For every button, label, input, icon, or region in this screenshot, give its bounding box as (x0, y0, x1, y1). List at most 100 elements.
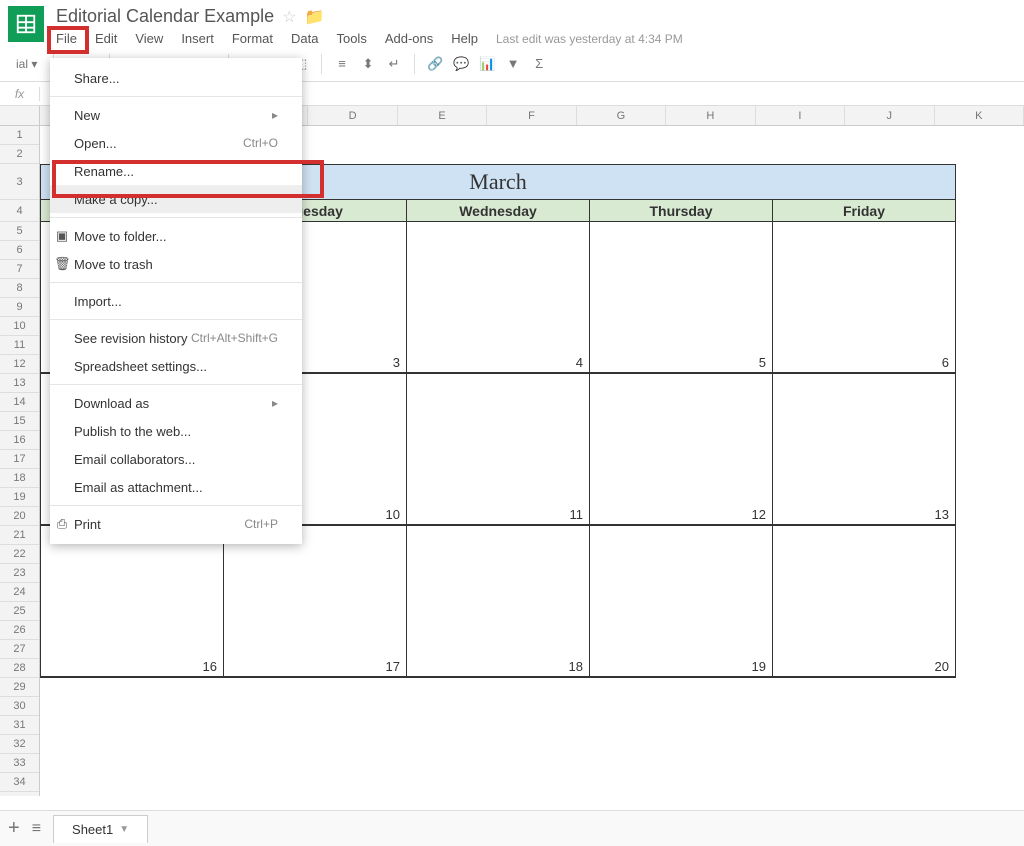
menu-email-collaborators[interactable]: Email collaborators... (50, 445, 302, 473)
menu-tools[interactable]: Tools (336, 31, 366, 46)
calendar-cell[interactable]: 11 (407, 374, 590, 526)
row-header[interactable]: 23 (0, 564, 39, 583)
row-header[interactable]: 33 (0, 754, 39, 773)
calendar-cell[interactable]: 16 (41, 526, 224, 678)
column-header[interactable]: H (666, 106, 755, 125)
text-wrap-icon[interactable]: ↵ (382, 52, 406, 76)
menu-rename[interactable]: Rename... (50, 157, 302, 185)
menu-make-a-copy[interactable]: Make a copy... (50, 185, 302, 213)
row-header[interactable]: 15 (0, 412, 39, 431)
row-header[interactable]: 34 (0, 773, 39, 792)
insert-link-icon[interactable]: 🔗 (423, 52, 447, 76)
menu-move-to-folder[interactable]: ▣Move to folder... (50, 222, 302, 250)
font-family-selector[interactable]: ial ▾ (8, 57, 45, 71)
column-header[interactable]: K (935, 106, 1024, 125)
functions-icon[interactable]: Σ (527, 52, 551, 76)
column-header[interactable]: E (398, 106, 487, 125)
row-header[interactable]: 16 (0, 431, 39, 450)
row-header[interactable]: 1 (0, 126, 39, 145)
menu-format[interactable]: Format (232, 31, 273, 46)
calendar-cell[interactable]: 13 (773, 374, 956, 526)
row-header[interactable]: 25 (0, 602, 39, 621)
row-header[interactable]: 29 (0, 678, 39, 697)
horizontal-align-icon[interactable]: ≡ (330, 52, 354, 76)
column-header[interactable]: F (487, 106, 576, 125)
row-header[interactable]: 27 (0, 640, 39, 659)
row-header[interactable]: 30 (0, 697, 39, 716)
column-header[interactable]: I (756, 106, 845, 125)
row-header[interactable]: 31 (0, 716, 39, 735)
menu-add-ons[interactable]: Add-ons (385, 31, 433, 46)
row-header[interactable]: 14 (0, 393, 39, 412)
menu-help[interactable]: Help (451, 31, 478, 46)
menu-file[interactable]: File (56, 31, 77, 46)
row-header[interactable]: 3 (0, 164, 39, 200)
calendar-cell[interactable]: 18 (407, 526, 590, 678)
row-header[interactable]: 12 (0, 355, 39, 374)
insert-chart-icon[interactable]: 📊 (475, 52, 499, 76)
row-header[interactable]: 18 (0, 469, 39, 488)
row-header[interactable]: 19 (0, 488, 39, 507)
row-header[interactable]: 26 (0, 621, 39, 640)
row-header[interactable]: 4 (0, 200, 39, 222)
row-header[interactable]: 32 (0, 735, 39, 754)
calendar-cell[interactable]: 5 (590, 222, 773, 374)
row-header[interactable]: 2 (0, 145, 39, 164)
select-all-cell[interactable] (0, 106, 40, 125)
menu-email-as-attachment[interactable]: Email as attachment... (50, 473, 302, 501)
menu-download-as[interactable]: Download as▸ (50, 389, 302, 417)
menu-data[interactable]: Data (291, 31, 318, 46)
calendar-cell[interactable]: 19 (590, 526, 773, 678)
row-header[interactable]: 20 (0, 507, 39, 526)
all-sheets-button[interactable]: ≡ (32, 820, 41, 838)
filter-icon[interactable]: ▼ (501, 52, 525, 76)
menu-publish-to-web[interactable]: Publish to the web... (50, 417, 302, 445)
menu-see-revision-history[interactable]: See revision historyCtrl+Alt+Shift+G (50, 324, 302, 352)
column-header[interactable]: G (577, 106, 666, 125)
row-header[interactable]: 5 (0, 222, 39, 241)
calendar-cell[interactable]: 20 (773, 526, 956, 678)
row-header[interactable]: 6 (0, 241, 39, 260)
row-header[interactable]: 21 (0, 526, 39, 545)
menu-share[interactable]: Share... (50, 64, 302, 92)
menu-move-to-trash[interactable]: 🗑Move to trash (50, 250, 302, 278)
row-header[interactable]: 10 (0, 317, 39, 336)
row-header[interactable]: 13 (0, 374, 39, 393)
folder-icon[interactable]: 📁 (304, 7, 324, 27)
row-header[interactable]: 24 (0, 583, 39, 602)
row-header[interactable]: 11 (0, 336, 39, 355)
calendar-date: 5 (759, 355, 766, 370)
menu-print[interactable]: ⎙PrintCtrl+P (50, 510, 302, 538)
menu-spreadsheet-settings[interactable]: Spreadsheet settings... (50, 352, 302, 380)
menu-open[interactable]: Open...Ctrl+O (50, 129, 302, 157)
menu-view[interactable]: View (135, 31, 163, 46)
row-header[interactable]: 28 (0, 659, 39, 678)
calendar-cell[interactable]: 4 (407, 222, 590, 374)
print-icon: ⎙ (54, 516, 70, 532)
sheet-tab[interactable]: Sheet1 ▼ (53, 815, 148, 843)
row-header[interactable]: 17 (0, 450, 39, 469)
sheets-logo[interactable] (8, 6, 44, 42)
vertical-align-icon[interactable]: ⬍ (356, 52, 380, 76)
calendar-cell[interactable]: 12 (590, 374, 773, 526)
row-header[interactable]: 8 (0, 279, 39, 298)
add-sheet-button[interactable]: + (8, 817, 20, 840)
calendar-date: 3 (393, 355, 400, 370)
calendar-date: 18 (569, 659, 583, 674)
column-header[interactable]: J (845, 106, 934, 125)
row-header[interactable]: 9 (0, 298, 39, 317)
row-header[interactable]: 22 (0, 545, 39, 564)
menu-new[interactable]: New▸ (50, 101, 302, 129)
calendar-cell[interactable]: 6 (773, 222, 956, 374)
document-title[interactable]: Editorial Calendar Example (56, 6, 274, 27)
menu-edit[interactable]: Edit (95, 31, 117, 46)
insert-comment-icon[interactable]: 💬 (449, 52, 473, 76)
calendar-date: 13 (935, 507, 949, 522)
calendar-date: 17 (386, 659, 400, 674)
star-icon[interactable]: ☆ (282, 7, 296, 27)
menu-import[interactable]: Import... (50, 287, 302, 315)
menu-insert[interactable]: Insert (181, 31, 214, 46)
column-header[interactable]: D (308, 106, 397, 125)
calendar-cell[interactable]: 17 (224, 526, 407, 678)
row-header[interactable]: 7 (0, 260, 39, 279)
